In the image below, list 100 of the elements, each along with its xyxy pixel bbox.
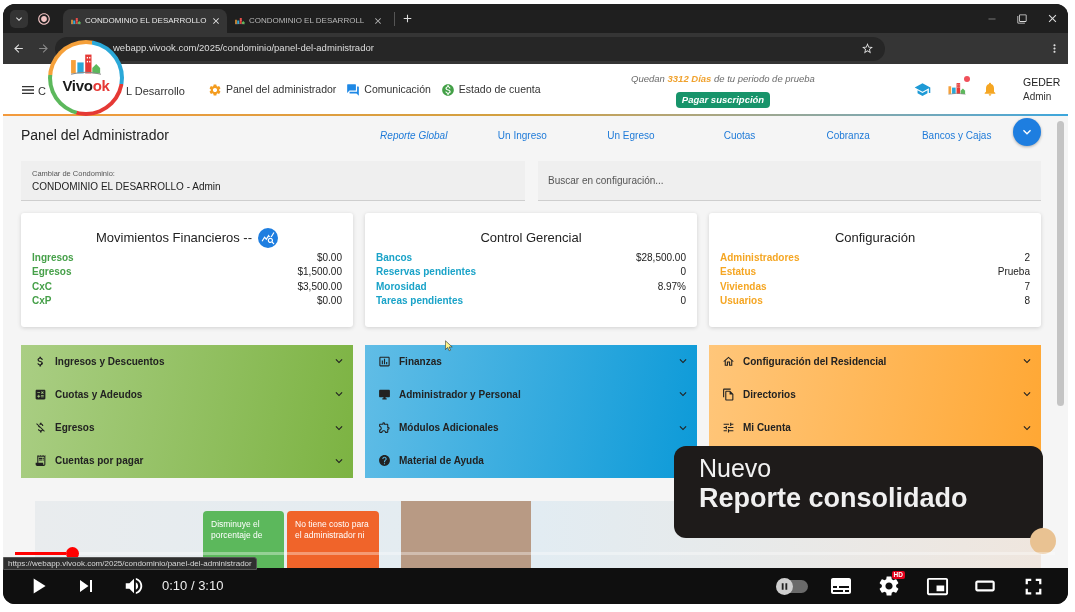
metric-value: 0 bbox=[680, 265, 686, 280]
quick-link[interactable]: Cobranza bbox=[826, 127, 870, 143]
menu-item[interactable]: Cuotas y Adeudos bbox=[21, 384, 353, 405]
quick-link[interactable]: Cuotas bbox=[723, 127, 756, 143]
calculator-icon bbox=[34, 387, 47, 401]
search-field[interactable]: Buscar en configuración... bbox=[538, 161, 1041, 201]
metric-value: $0.00 bbox=[316, 294, 342, 309]
dollar-coin-icon bbox=[440, 83, 455, 97]
card-title: Configuración bbox=[834, 230, 916, 246]
nav-link[interactable]: Estado de cuenta bbox=[440, 82, 541, 98]
volume-icon bbox=[123, 575, 145, 597]
time-display: 0:10 / 3:10 bbox=[162, 577, 224, 596]
help-icon bbox=[378, 454, 391, 468]
buildings-icon bbox=[70, 53, 102, 75]
caption-line: Nuevo bbox=[699, 454, 772, 482]
puzzle-icon bbox=[378, 421, 391, 435]
star-icon[interactable] bbox=[861, 42, 874, 55]
quick-link[interactable]: Un Ingreso bbox=[497, 127, 547, 143]
menu-item[interactable]: Material de Ayuda bbox=[365, 450, 491, 471]
nav-link[interactable]: Comunicación bbox=[346, 82, 431, 98]
menu-item[interactable]: Finanzas bbox=[365, 351, 697, 371]
card-title: Movimientos Financieros -- bbox=[95, 230, 252, 246]
metric-value: $1,500.00 bbox=[297, 265, 342, 280]
metric-value: $0.00 bbox=[316, 250, 342, 265]
metric-value: 8.97% bbox=[657, 279, 686, 294]
menu-item[interactable]: Directorios bbox=[709, 384, 1041, 405]
monitor-icon bbox=[378, 387, 391, 401]
metric-value: 7 bbox=[1024, 279, 1030, 294]
menu-item[interactable]: Módulos Adicionales bbox=[365, 417, 697, 438]
page-title: Panel del Administrador bbox=[21, 125, 169, 145]
quick-link[interactable]: Reporte Global bbox=[380, 127, 448, 143]
settings-icon bbox=[877, 574, 901, 598]
metric-label: CxP bbox=[32, 294, 52, 309]
metric-label: Viviendas bbox=[720, 279, 767, 294]
favicon-icon bbox=[71, 17, 81, 25]
user-name: GEDER bbox=[1023, 74, 1061, 89]
quick-link[interactable]: Un Egreso bbox=[607, 127, 655, 143]
browser-tab[interactable]: CONDOMINIO EL DESARROLLO bbox=[63, 9, 227, 33]
field-value: CONDOMINIO EL DESARROLLO - Admin bbox=[32, 181, 221, 193]
pay-subscription-button[interactable]: Pagar suscripción bbox=[675, 91, 771, 108]
metric-label: Tareas pendientes bbox=[376, 294, 464, 309]
metric-label: Estatus bbox=[720, 265, 757, 280]
metric-value: 2 bbox=[1024, 250, 1030, 265]
new-tab-icon[interactable] bbox=[401, 12, 414, 25]
back-arrow-icon[interactable] bbox=[12, 42, 25, 55]
buildings-icon bbox=[948, 82, 966, 95]
menu-item[interactable]: Cuentas por pagar bbox=[21, 450, 353, 471]
metric-label: Morosidad bbox=[376, 279, 427, 294]
trial-notice: Quedan 3312 Días de tu periodo de prueba bbox=[631, 72, 815, 87]
restore-icon[interactable] bbox=[1017, 13, 1027, 24]
caption-line: Reporte consolidado bbox=[699, 482, 968, 514]
chat-bubbles-icon bbox=[346, 83, 361, 97]
metric-value: $28,500.00 bbox=[635, 250, 686, 265]
menu-item[interactable]: Ingresos y Descuentos bbox=[21, 351, 353, 371]
app-title: C bbox=[38, 85, 46, 97]
cursor-icon bbox=[445, 340, 453, 352]
metric-label: Bancos bbox=[376, 250, 413, 265]
chart-search-icon bbox=[261, 231, 275, 245]
metric-label: Usuarios bbox=[720, 294, 763, 309]
copy-icon bbox=[722, 387, 735, 401]
metric-label: Ingresos bbox=[32, 250, 74, 265]
favicon-icon bbox=[235, 17, 245, 25]
metric-label: CxC bbox=[32, 279, 52, 294]
menu-item[interactable]: Configuración del Residencial bbox=[709, 351, 1041, 371]
address-bar[interactable]: webapp.vivook.com/2025/condominio/panel-del-administrador bbox=[55, 36, 885, 61]
receipt-icon bbox=[34, 454, 47, 468]
browser-tab[interactable]: CONDOMINIO EL DESARROLL bbox=[227, 9, 391, 33]
menu-item[interactable]: Administrador y Personal bbox=[365, 384, 697, 405]
metric-value: $3,500.00 bbox=[297, 279, 342, 294]
card-title: Control Gerencial bbox=[480, 230, 582, 246]
metric-value: 8 bbox=[1024, 294, 1030, 309]
user-role: Admin bbox=[1023, 89, 1053, 104]
menu-item[interactable]: Mi Cuenta bbox=[709, 417, 1041, 438]
nav-link[interactable]: Panel del administrador bbox=[208, 82, 337, 98]
graduation-cap-icon[interactable] bbox=[914, 80, 931, 98]
metric-label: Reservas pendientes bbox=[376, 265, 477, 280]
metric-label: Egresos bbox=[32, 265, 72, 280]
close-icon[interactable] bbox=[210, 16, 221, 26]
gear-icon bbox=[208, 83, 222, 97]
report-button[interactable] bbox=[258, 228, 278, 248]
home-icon bbox=[722, 354, 735, 368]
close-icon[interactable] bbox=[373, 16, 383, 26]
autoplay-toggle[interactable] bbox=[778, 579, 808, 593]
metric-value: 0 bbox=[680, 294, 686, 309]
link-preview-tooltip: https://webapp.vivook.com/2025/condominio/panel-del-administrador bbox=[3, 557, 257, 570]
metric-value: Prueba bbox=[997, 265, 1030, 280]
app-title: L Desarrollo bbox=[126, 85, 185, 97]
scrollbar-thumb[interactable] bbox=[1056, 121, 1064, 406]
quick-link[interactable]: Bancos y Cajas bbox=[921, 127, 992, 143]
bar-chart-icon bbox=[378, 354, 391, 368]
dollar-off-icon bbox=[34, 421, 47, 435]
sliders-icon bbox=[722, 421, 735, 435]
metric-label: Administradores bbox=[720, 250, 800, 265]
record-icon[interactable] bbox=[37, 11, 51, 26]
promo-card: No tiene costo para el administrador ni bbox=[287, 511, 379, 568]
menu-item[interactable]: Egresos bbox=[21, 417, 353, 438]
tab-list-button[interactable] bbox=[10, 9, 28, 28]
expand-button[interactable] bbox=[1013, 118, 1041, 146]
logo-wordmark: Vivook bbox=[62, 78, 110, 94]
forward-arrow-icon[interactable] bbox=[37, 42, 50, 55]
